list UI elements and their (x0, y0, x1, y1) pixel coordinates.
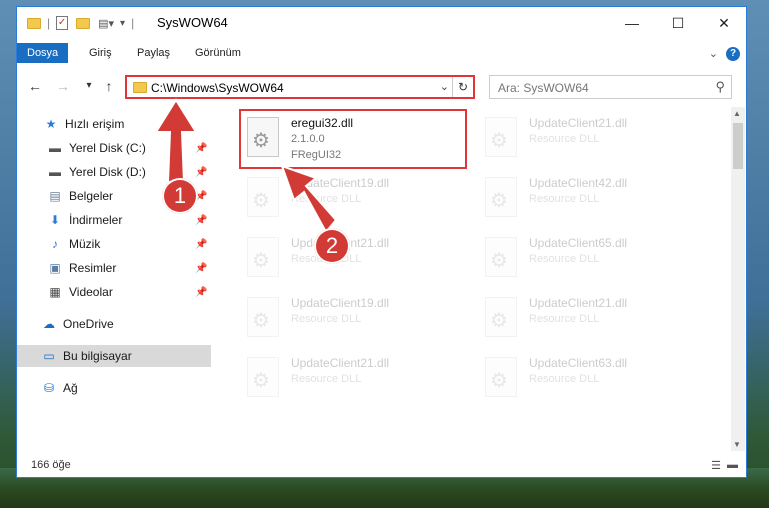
arrow-1 (154, 98, 198, 183)
step-1-badge: 1 (162, 178, 198, 214)
arrow-2 (280, 164, 338, 234)
annotation-arrows (154, 98, 338, 234)
step-2-badge: 2 (314, 228, 350, 264)
